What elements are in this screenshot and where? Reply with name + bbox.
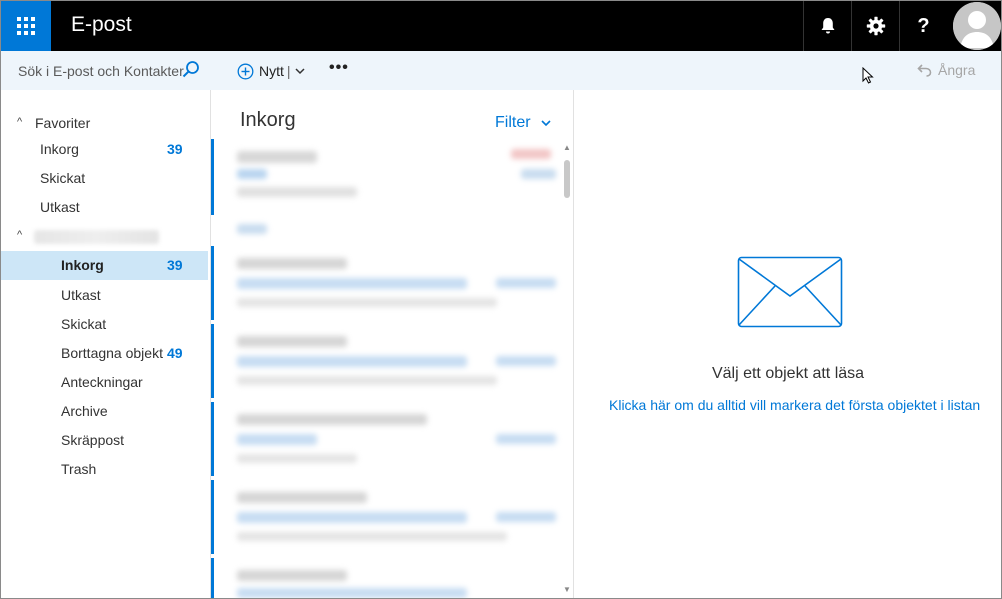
folder-label: Inkorg [61, 257, 104, 273]
scrollbar-thumb[interactable] [564, 160, 570, 198]
help-button[interactable]: ? [899, 1, 947, 51]
undo-button[interactable]: Ångra [917, 62, 975, 78]
chevron-up-icon[interactable]: ^ [17, 116, 22, 128]
message-list: Inkorg Filter ▲ ▼ [211, 90, 574, 598]
chevron-down-icon[interactable] [295, 67, 305, 75]
favorite-item-utkast[interactable]: Utkast [1, 193, 211, 222]
unread-indicator [211, 558, 214, 598]
help-icon: ? [917, 14, 930, 37]
unread-indicator [211, 402, 214, 476]
undo-icon [917, 64, 932, 77]
search-box[interactable]: Sök i E-post och Kontakter [1, 51, 211, 90]
gear-icon [866, 16, 885, 36]
mouse-cursor-icon [862, 67, 874, 84]
folder-label: Utkast [40, 199, 80, 215]
more-actions-button[interactable]: ••• [329, 59, 349, 77]
folder-label: Skräppost [61, 432, 125, 448]
folder-label: Skickat [40, 170, 86, 186]
app-title[interactable]: E-post [71, 13, 132, 37]
user-avatar-button[interactable] [953, 2, 1001, 50]
folder-label: Borttagna objekt [61, 345, 163, 361]
unread-indicator [211, 139, 214, 215]
folder-label: Utkast [61, 287, 101, 303]
favorites-label: Favoriter [35, 115, 91, 131]
list-item[interactable] [211, 139, 561, 215]
chevron-down-icon [540, 119, 551, 126]
outlook-window: E-post ? Sök i E-post och Kontakter Nytt… [0, 0, 1002, 599]
envelope-icon [737, 256, 843, 328]
folder-item-utkast[interactable]: Utkast [1, 281, 211, 310]
scroll-down-arrow[interactable]: ▼ [563, 585, 571, 594]
account-name-redacted [34, 230, 159, 244]
list-item[interactable] [211, 480, 561, 554]
folder-item-borttagna-objekt[interactable]: Borttagna objekt 49 [1, 339, 211, 368]
list-item[interactable] [211, 558, 561, 598]
undo-label: Ångra [938, 62, 976, 78]
search-icon[interactable] [181, 60, 201, 80]
list-item[interactable] [211, 246, 561, 320]
plus-circle-icon [237, 63, 254, 79]
unread-count: 49 [167, 345, 183, 361]
unread-indicator [211, 480, 214, 554]
list-item[interactable] [211, 324, 561, 398]
app-launcher-button[interactable] [1, 1, 51, 51]
folder-label: Trash [61, 461, 97, 477]
select-first-item-link[interactable]: Klicka här om du alltid vill markera det… [609, 397, 980, 413]
notifications-button[interactable] [803, 1, 851, 51]
folder-label: Skickat [61, 316, 107, 332]
new-message-separator: | [286, 63, 291, 79]
folder-item-trash[interactable]: Trash [1, 455, 211, 484]
account-header[interactable]: ^ [1, 222, 211, 251]
new-message-label: Nytt [259, 63, 284, 79]
reading-pane: Välj ett objekt att läsa Klicka här om d… [575, 90, 1001, 598]
empty-reading-message: Välj ett objekt att läsa [711, 365, 865, 382]
list-item[interactable] [211, 402, 561, 476]
new-message-button[interactable]: Nytt | [237, 61, 305, 81]
folder-item-skrappost[interactable]: Skräppost [1, 426, 211, 455]
unread-count: 39 [167, 141, 183, 157]
folder-item-skickat[interactable]: Skickat [1, 310, 211, 339]
favorites-header[interactable]: ^ Favoriter [1, 109, 211, 138]
chevron-up-icon[interactable]: ^ [17, 229, 22, 241]
search-input[interactable]: Sök i E-post och Kontakter [18, 63, 184, 79]
filter-label: Filter [495, 114, 531, 131]
list-title: Inkorg [240, 109, 296, 131]
bell-icon [821, 18, 834, 34]
folder-item-anteckningar[interactable]: Anteckningar [1, 368, 211, 397]
unread-indicator [211, 324, 214, 398]
folder-label: Archive [61, 403, 108, 419]
folder-label: Anteckningar [61, 374, 143, 390]
folder-item-archive[interactable]: Archive [1, 397, 211, 426]
top-bar: E-post ? [1, 1, 1001, 51]
user-avatar-icon [953, 2, 1001, 50]
favorite-item-skickat[interactable]: Skickat [1, 164, 211, 193]
settings-button[interactable] [851, 1, 899, 51]
unread-indicator [211, 246, 214, 320]
unread-count: 39 [167, 257, 183, 273]
scroll-up-arrow[interactable]: ▲ [563, 143, 571, 152]
command-bar: Sök i E-post och Kontakter Nytt | ••• Ån… [1, 51, 1001, 90]
folder-label: Inkorg [40, 141, 79, 157]
folder-item-inkorg[interactable]: Inkorg 39 [1, 251, 208, 280]
folder-pane: ^ Favoriter Inkorg 39 Skickat Utkast ^ I… [1, 90, 211, 598]
favorite-item-inkorg[interactable]: Inkorg 39 [1, 135, 211, 164]
app-launcher-icon [17, 17, 35, 35]
filter-button[interactable]: Filter [495, 114, 551, 132]
